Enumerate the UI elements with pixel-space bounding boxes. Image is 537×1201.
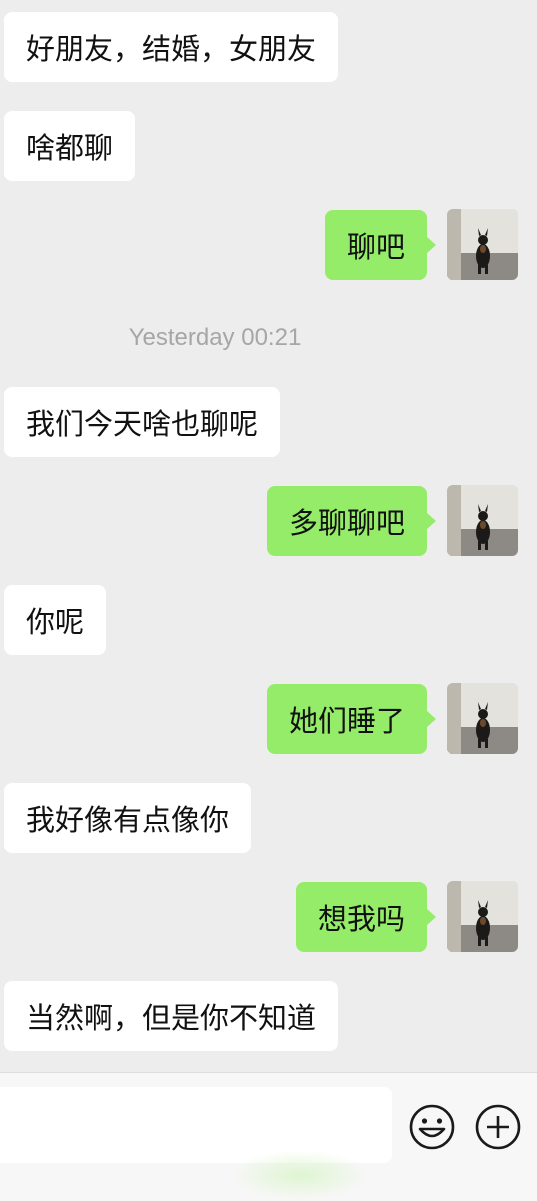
message-bubble[interactable]: 你呢 — [4, 585, 107, 655]
message-outgoing[interactable]: 她们睡了 — [266, 684, 437, 754]
message-bubble[interactable]: 多聊聊吧 — [266, 486, 437, 556]
dog-avatar[interactable] — [447, 683, 518, 754]
message-bubble[interactable]: 啥都聊 — [4, 111, 136, 181]
message-bubble[interactable]: 聊吧 — [324, 210, 437, 280]
message-outgoing[interactable]: 多聊聊吧 — [266, 486, 437, 556]
message-bubble[interactable]: 我们今天啥也聊呢 — [4, 387, 281, 457]
dog-avatar-image — [447, 485, 518, 556]
message-incoming[interactable]: 我们今天啥也聊呢 — [4, 387, 281, 457]
message-bubble[interactable]: 想我吗 — [295, 882, 437, 952]
message-bubble[interactable]: 好朋友，结婚，女朋友 — [4, 12, 339, 82]
dog-avatar-image — [447, 683, 518, 754]
message-incoming[interactable]: 你呢 — [4, 585, 107, 655]
keyboard-glow-decoration — [230, 1150, 370, 1200]
message-incoming[interactable]: 我好像有点像你 — [4, 783, 252, 853]
chat-timestamp: Yesterday 00:21 — [128, 324, 302, 351]
dog-avatar[interactable] — [447, 485, 518, 556]
message-incoming[interactable]: 好朋友，结婚，女朋友 — [4, 12, 339, 82]
dog-avatar-image — [447, 209, 518, 280]
message-bubble[interactable]: 我好像有点像你 — [4, 783, 252, 853]
dog-avatar-image — [447, 881, 518, 952]
message-bubble[interactable]: 当然啊，但是你不知道 — [4, 981, 339, 1051]
message-outgoing[interactable]: 聊吧 — [324, 210, 437, 280]
message-input[interactable] — [0, 1087, 392, 1163]
message-outgoing[interactable]: 想我吗 — [295, 882, 437, 952]
message-bubble[interactable]: 她们睡了 — [266, 684, 437, 754]
dog-avatar[interactable] — [447, 209, 518, 280]
message-incoming[interactable]: 啥都聊 — [4, 111, 136, 181]
dog-avatar[interactable] — [447, 881, 518, 952]
smiley-face-icon[interactable] — [408, 1103, 456, 1151]
message-incoming[interactable]: 当然啊，但是你不知道 — [4, 981, 339, 1051]
plus-circle-icon[interactable] — [474, 1103, 522, 1151]
